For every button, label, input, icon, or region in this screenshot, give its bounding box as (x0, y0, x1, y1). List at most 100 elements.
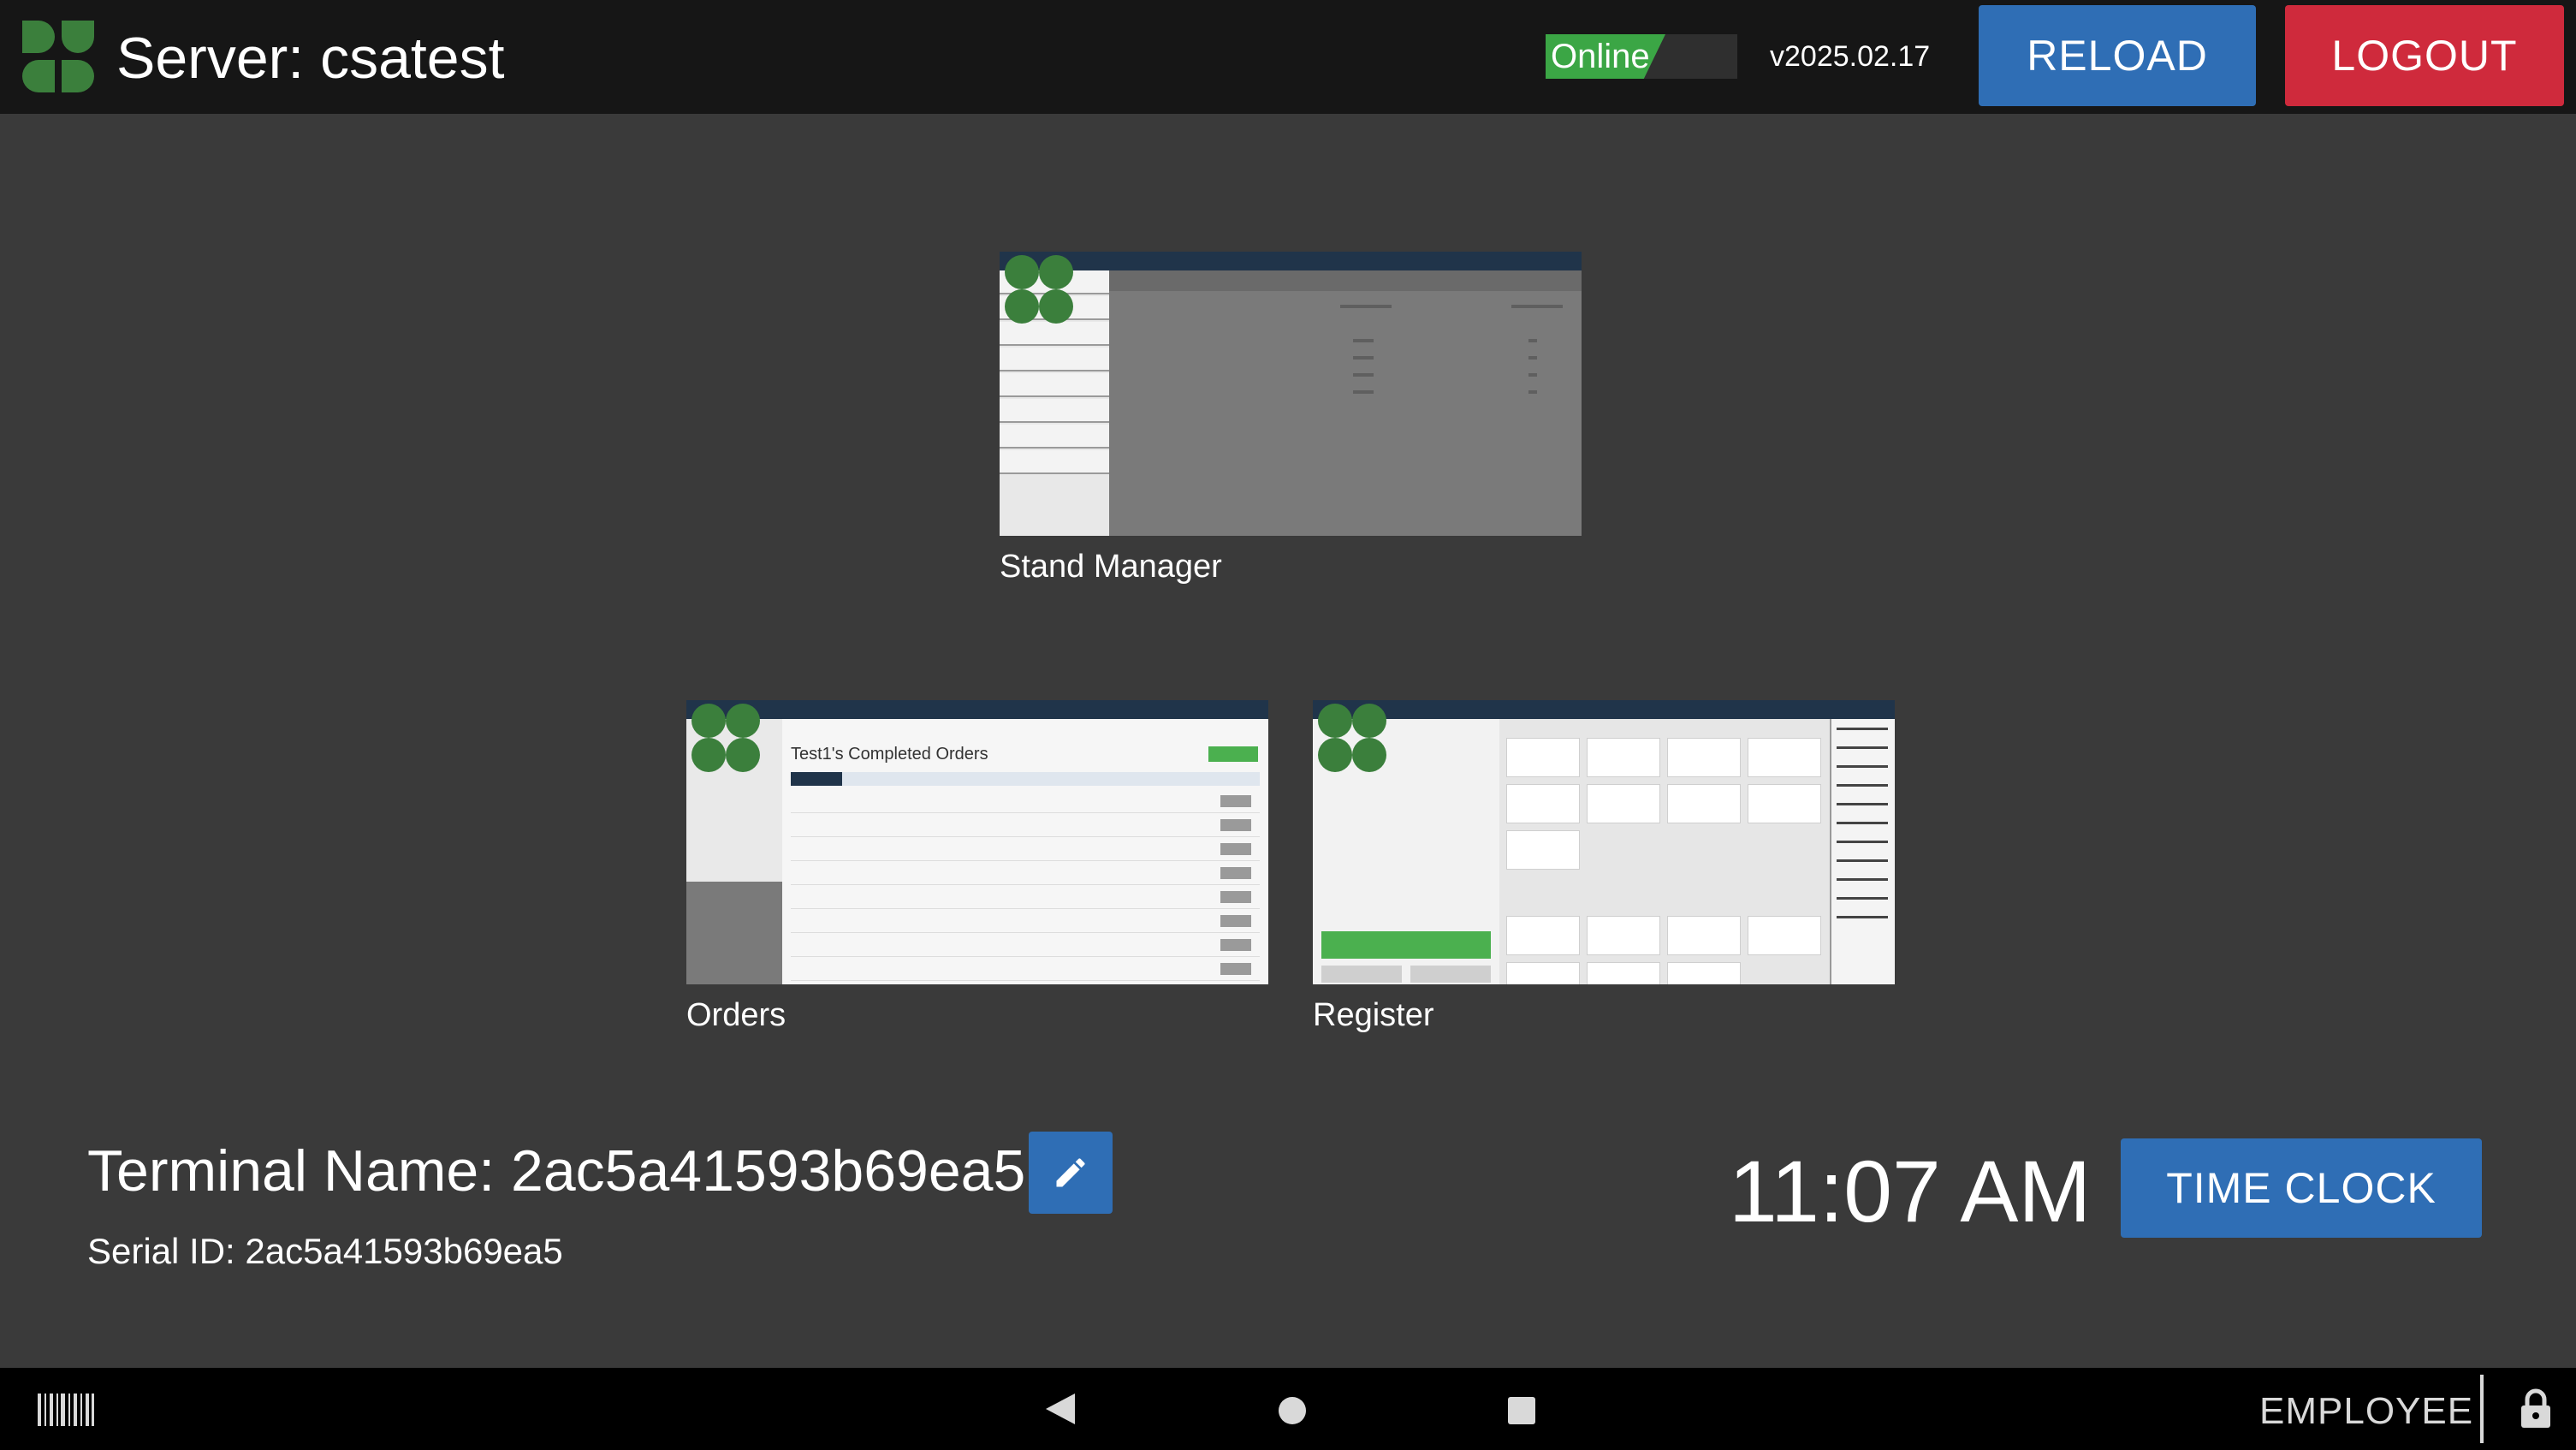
thumbnail-cell (1528, 373, 1537, 377)
thumbnail-item-card (1748, 784, 1821, 823)
pencil-icon (1056, 1158, 1085, 1187)
thumbnail-item-card (1587, 916, 1660, 955)
online-status-toggle[interactable]: Online (1546, 34, 1737, 79)
thumbnail-sidebar-row (1000, 450, 1109, 474)
employee-mode-label[interactable]: EMPLOYEE (2259, 1390, 2473, 1433)
thumbnail-sub-button (1410, 966, 1491, 983)
thumbnail-content-header (1109, 270, 1582, 291)
thumbnail-category-item (1837, 859, 1888, 862)
thumbnail-item-card (1748, 738, 1821, 777)
thumbnail-item-card (1667, 784, 1741, 823)
thumbnail-row-button (1220, 963, 1251, 975)
thumbnail-header (1313, 700, 1895, 719)
server-title: Server: csatest (116, 26, 505, 91)
thumbnail-category-item (1837, 803, 1888, 805)
thumbnail-category-item (1837, 897, 1888, 900)
thumbnail-item-card (1506, 784, 1580, 823)
thumbnail-cell (1528, 390, 1537, 394)
thumbnail-category-list (1830, 719, 1895, 984)
app-tile-label: Orders (686, 997, 786, 1033)
thumbnail-category-item (1837, 841, 1888, 843)
serial-id: Serial ID: 2ac5a41593b69ea5 (87, 1231, 563, 1271)
thumbnail-cell (1353, 356, 1374, 360)
thumbnail-item-card (1587, 738, 1660, 777)
thumbnail-tabs (791, 772, 1260, 786)
thumbnail-item-grid (1499, 719, 1830, 984)
thumbnail-logo-icon (1318, 704, 1386, 772)
thumbnail-title: Test1's Completed Orders (791, 745, 988, 764)
thumbnail-item-card (1506, 830, 1580, 870)
register-thumbnail[interactable] (1313, 700, 1895, 984)
thumbnail-cell (1528, 339, 1537, 342)
time-clock-button[interactable]: TIME CLOCK (2121, 1138, 2482, 1238)
lock-icon[interactable] (2520, 1388, 2552, 1428)
thumbnail-item-card (1748, 916, 1821, 955)
thumbnail-sidebar-row (1000, 348, 1109, 371)
thumbnail-item-card (1506, 916, 1580, 955)
reload-button[interactable]: RELOAD (1979, 5, 2256, 106)
thumbnail-item-card (1587, 962, 1660, 984)
thumbnail-content: Test1's Completed Orders (782, 719, 1268, 984)
thumbnail-row (791, 911, 1260, 933)
thumbnail-cell (1353, 373, 1374, 377)
thumbnail-row-button (1220, 915, 1251, 927)
nav-divider (2480, 1375, 2484, 1443)
thumbnail-header (686, 700, 1268, 719)
thumbnail-row (791, 863, 1260, 885)
thumbnail-category-item (1837, 746, 1888, 749)
thumbnail-item-card (1587, 784, 1660, 823)
clover-logo-icon (22, 21, 94, 92)
back-icon[interactable] (1046, 1394, 1075, 1424)
thumbnail-category-item (1837, 878, 1888, 881)
thumbnail-row (791, 791, 1260, 813)
terminal-name: Terminal Name: 2ac5a41593b69ea5 (87, 1138, 1026, 1203)
thumbnail-item-card (1506, 738, 1580, 777)
system-nav-bar: EMPLOYEE (0, 1368, 2576, 1450)
app-tile-label: Stand Manager (1000, 549, 1222, 585)
thumbnail-tab-active (791, 772, 842, 786)
edit-terminal-name-button[interactable] (1029, 1132, 1113, 1214)
thumbnail-row (791, 935, 1260, 957)
thumbnail-cell (1340, 305, 1392, 308)
recents-icon[interactable] (1508, 1397, 1535, 1424)
thumbnail-row (791, 959, 1260, 981)
thumbnail-row (791, 815, 1260, 837)
thumbnail-row (791, 839, 1260, 861)
home-icon[interactable] (1279, 1397, 1306, 1424)
thumbnail-item-card (1506, 962, 1580, 984)
app-tile-label: Register (1313, 997, 1434, 1033)
thumbnail-green-button (1208, 746, 1258, 762)
orders-thumbnail[interactable]: Test1's Completed Orders (686, 700, 1268, 984)
thumbnail-cell (1353, 390, 1374, 394)
stand-manager-thumbnail[interactable] (1000, 252, 1582, 536)
thumbnail-row-button (1220, 939, 1251, 951)
thumbnail-category-item (1837, 784, 1888, 787)
thumbnail-sub-button (1321, 966, 1402, 983)
thumbnail-row-button (1220, 795, 1251, 807)
thumbnail-sidebar-row (1000, 399, 1109, 423)
online-status-label: Online (1551, 38, 1650, 75)
thumbnail-category-item (1837, 822, 1888, 824)
thumbnail-cell (1528, 356, 1537, 360)
thumbnail-sidebar-row (1000, 373, 1109, 397)
thumbnail-logo-icon (691, 704, 760, 772)
thumbnail-cell (1353, 339, 1374, 342)
thumbnail-item-card (1667, 916, 1741, 955)
thumbnail-category-item (1837, 728, 1888, 730)
thumbnail-cell (1511, 305, 1563, 308)
thumbnail-row-button (1220, 891, 1251, 903)
thumbnail-header (1000, 252, 1582, 270)
thumbnail-row-button (1220, 867, 1251, 879)
app-version: v2025.02.17 (1770, 40, 1931, 73)
thumbnail-category-item (1837, 916, 1888, 918)
thumbnail-category-item (1837, 765, 1888, 768)
top-bar: Server: csatest Online v2025.02.17 RELOA… (0, 0, 2576, 114)
logout-button[interactable]: LOGOUT (2285, 5, 2564, 106)
thumbnail-item-card (1667, 962, 1741, 984)
barcode-icon[interactable] (38, 1394, 94, 1426)
thumbnail-row-button (1220, 819, 1251, 831)
thumbnail-sidebar-row (1000, 425, 1109, 449)
current-time: 11:07 AM (1729, 1143, 2092, 1240)
thumbnail-logo-icon (1005, 255, 1073, 324)
thumbnail-checkout-button (1321, 931, 1491, 959)
